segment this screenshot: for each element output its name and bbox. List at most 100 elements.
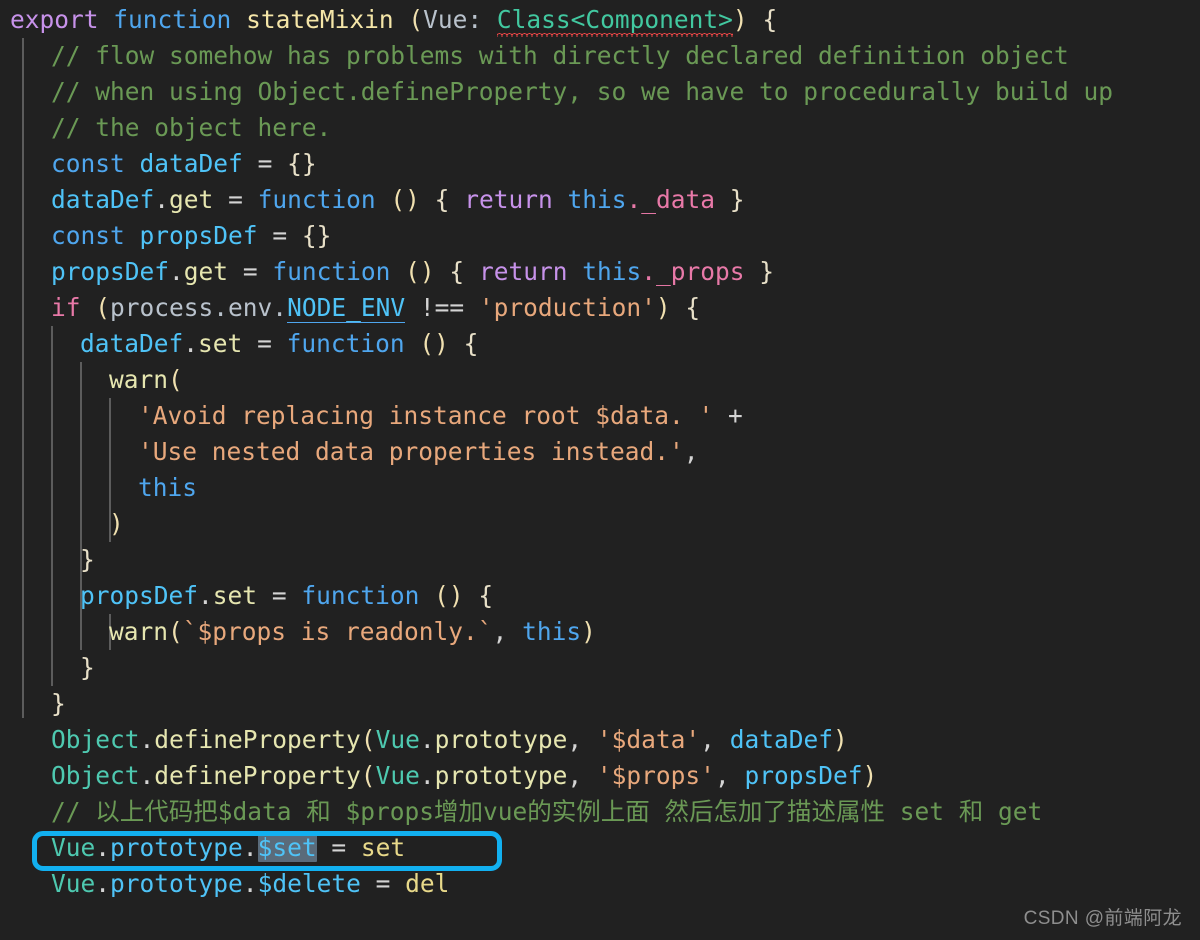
token-paren-close: ) <box>581 617 596 646</box>
token-identifier-propsdef: propsDef <box>51 257 170 286</box>
code-line-23[interactable]: // 以上代码把$data 和 $props增加vue的实例上面 然后怎加了描述… <box>0 794 1200 830</box>
code-line-7[interactable]: const propsDef = {} <box>0 218 1200 254</box>
token-paren-open: ( <box>95 293 111 322</box>
code-line-12[interactable]: 'Avoid replacing instance root $data. ' … <box>0 398 1200 434</box>
code-line-17[interactable]: propsDef.set = function () { <box>0 578 1200 614</box>
code-editor-viewport[interactable]: export function stateMixin (Vue: Class<C… <box>0 0 1200 940</box>
token-parens: () <box>390 185 420 214</box>
code-line-6[interactable]: dataDef.get = function () { return this.… <box>0 182 1200 218</box>
code-line-19[interactable]: } <box>0 650 1200 686</box>
token-node-env: NODE_ENV <box>287 293 406 323</box>
token-keyword-return: return <box>478 257 568 286</box>
token-brace-open: { <box>478 581 494 610</box>
token-member-delete: $delete <box>257 869 361 898</box>
code-line-2[interactable]: // flow somehow has problems with direct… <box>0 38 1200 74</box>
token-parens: () <box>434 581 464 610</box>
code-line-21[interactable]: Object.defineProperty(Vue.prototype, '$d… <box>0 722 1200 758</box>
token-comma: , <box>700 725 715 754</box>
token-member-set-selected[interactable]: $set <box>257 833 317 862</box>
token-keyword-if: if <box>51 293 81 322</box>
token-dot: . <box>242 869 258 898</box>
token-parens: () <box>405 257 435 286</box>
code-line-24[interactable]: Vue.prototype.$set = set <box>0 830 1200 866</box>
code-line-1[interactable]: export function stateMixin (Vue: Class<C… <box>0 2 1200 38</box>
code-line-14[interactable]: this <box>0 470 1200 506</box>
token-empty-object: {} <box>287 149 317 178</box>
code-line-25[interactable]: Vue.prototype.$delete = del <box>0 866 1200 902</box>
token-dot: . <box>242 833 258 862</box>
token-dot: . <box>183 329 199 358</box>
token-brace-open: { <box>685 293 701 322</box>
code-line-8[interactable]: propsDef.get = function () { return this… <box>0 254 1200 290</box>
token-keyword-function: function <box>113 5 232 34</box>
code-line-16[interactable]: } <box>0 542 1200 578</box>
token-equals: = <box>375 869 391 898</box>
token-field-data: ._data <box>626 185 715 214</box>
code-line-4[interactable]: // the object here. <box>0 110 1200 146</box>
code-line-18[interactable]: warn(`$props is readonly.`, this) <box>0 614 1200 650</box>
token-identifier-datadef: dataDef <box>80 329 184 358</box>
token-vue: Vue <box>51 869 96 898</box>
token-identifier-datadef: dataDef <box>139 149 243 178</box>
token-brace-open: { <box>434 185 450 214</box>
token-equals: = <box>271 581 287 610</box>
code-line-5[interactable]: const dataDef = {} <box>0 146 1200 182</box>
token-function-name: stateMixin <box>246 5 394 34</box>
token-string-props: '$props' <box>596 761 715 790</box>
token-comma: , <box>567 725 583 754</box>
code-line-11[interactable]: warn( <box>0 362 1200 398</box>
token-method-defineproperty: defineProperty <box>154 725 361 754</box>
token-comma: , <box>567 761 583 790</box>
token-identifier-propsdef: propsDef <box>744 761 863 790</box>
token-keyword-const: const <box>51 221 125 250</box>
code-line-10[interactable]: dataDef.set = function () { <box>0 326 1200 362</box>
code-line-13[interactable]: 'Use nested data properties instead.', <box>0 434 1200 470</box>
token-prototype: prototype <box>110 833 243 862</box>
token-brace-open: { <box>463 329 479 358</box>
code-line-3[interactable]: // when using Object.defineProperty, so … <box>0 74 1200 110</box>
code-line-9[interactable]: if (process.env.NODE_ENV !== 'production… <box>0 290 1200 326</box>
token-paren-open: ( <box>393 5 424 34</box>
token-string-use-nested: 'Use nested data properties instead.' <box>138 437 684 466</box>
token-comma: , <box>683 437 699 466</box>
code-line-20[interactable]: } <box>0 686 1200 722</box>
token-brace-close: } <box>759 257 775 286</box>
code-line-22[interactable]: Object.defineProperty(Vue.prototype, '$p… <box>0 758 1200 794</box>
code-line-15[interactable]: ) <box>0 506 1200 542</box>
token-dot: . <box>139 725 155 754</box>
token-function-warn: warn <box>109 365 169 394</box>
token-property-get: get <box>183 257 229 286</box>
token-vue: Vue <box>51 833 96 862</box>
token-brace-close: } <box>51 689 66 718</box>
token-string-avoid-replacing: 'Avoid replacing instance root $data. ' <box>138 401 714 430</box>
token-prototype: prototype <box>434 761 568 790</box>
token-brace-close: } <box>729 185 745 214</box>
token-value-set: set <box>360 833 406 862</box>
token-paren-close: ) <box>732 5 748 34</box>
